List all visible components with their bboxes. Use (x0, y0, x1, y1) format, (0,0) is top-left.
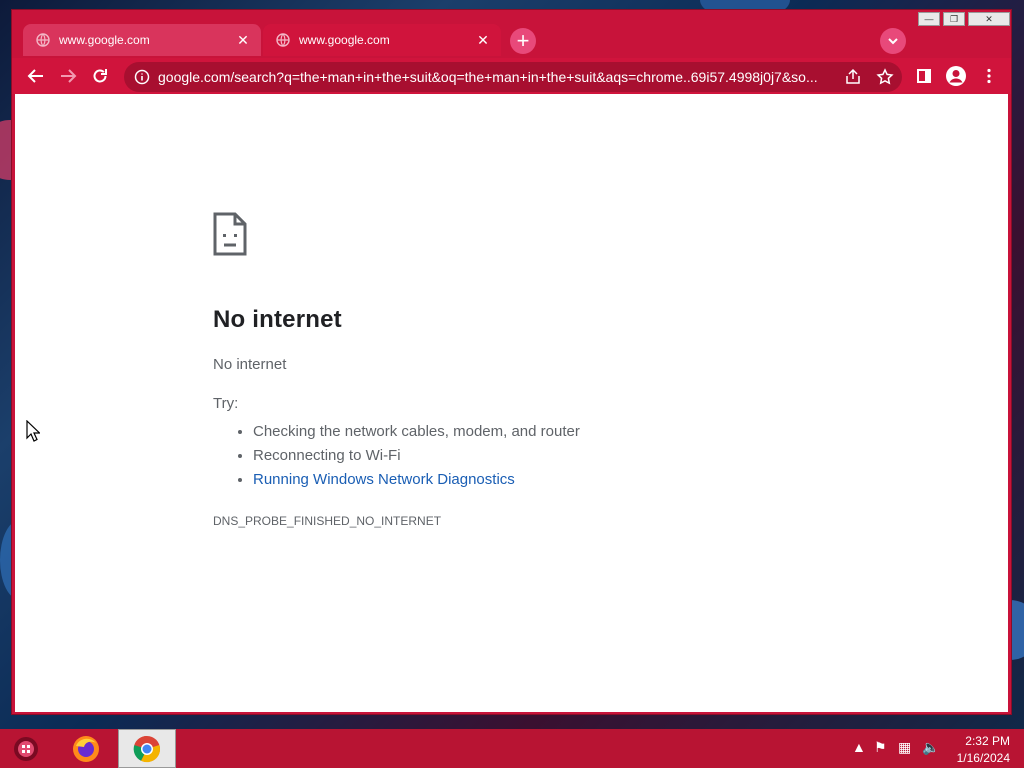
start-button[interactable] (6, 729, 46, 768)
reload-button[interactable] (84, 60, 116, 92)
info-icon[interactable] (134, 69, 150, 85)
arrow-left-icon (27, 69, 43, 83)
close-tab-icon[interactable]: ✕ (235, 32, 251, 49)
error-heading: No internet (213, 306, 342, 333)
taskbar-firefox[interactable] (64, 729, 108, 768)
side-panel-button[interactable] (908, 60, 940, 92)
try-label: Try: (213, 395, 239, 412)
suggestion-item: Running Windows Network Diagnostics (253, 468, 580, 492)
side-panel-icon (917, 69, 931, 83)
firefox-icon (73, 735, 99, 762)
back-button[interactable] (20, 60, 52, 92)
chrome-icon (133, 735, 160, 762)
close-tab-icon[interactable]: ✕ (475, 32, 491, 49)
browser-window: www.google.com ✕ www.google.com ✕ + — ❐ … (11, 9, 1012, 715)
url-text[interactable]: google.com/search?q=the+man+in+the+suit&… (158, 69, 844, 85)
forward-button[interactable] (52, 60, 84, 92)
clock-time: 2:32 PM (965, 734, 1010, 748)
tab-title: www.google.com (59, 33, 150, 47)
new-tab-button[interactable]: + (510, 28, 536, 54)
tab-title: www.google.com (299, 33, 390, 47)
error-page: No internet No internet Try: Checking th… (213, 212, 580, 528)
network-icon[interactable]: ▦ (898, 739, 911, 756)
minimize-button[interactable]: — (918, 12, 940, 26)
start-orb-icon (14, 736, 38, 761)
menu-button[interactable] (973, 60, 1005, 92)
error-code: DNS_PROBE_FINISHED_NO_INTERNET (213, 514, 442, 528)
taskbar: ▲ ⚑ ▦ 🔈 2:32 PM 1/16/2024 (0, 729, 1024, 768)
taskbar-chrome[interactable] (118, 729, 176, 768)
volume-muted-icon[interactable]: 🔈 (922, 739, 939, 756)
chevron-down-icon (888, 38, 898, 45)
share-icon[interactable] (844, 68, 862, 86)
suggestion-item: Checking the network cables, modem, and … (253, 420, 580, 444)
taskbar-clock[interactable]: 2:32 PM 1/16/2024 (957, 733, 1010, 767)
globe-icon (276, 33, 290, 47)
action-center-flag-icon[interactable]: ⚑ (874, 739, 887, 756)
page-content: No internet No internet Try: Checking th… (15, 94, 1008, 712)
close-button[interactable]: ✕ (968, 12, 1010, 26)
avatar-icon (946, 66, 966, 86)
tab-2[interactable]: www.google.com ✕ (263, 24, 501, 56)
error-subtitle: No internet (213, 356, 287, 373)
tab-1[interactable]: www.google.com ✕ (23, 24, 261, 56)
suggestion-item: Reconnecting to Wi-Fi (253, 444, 580, 468)
tab-strip: www.google.com ✕ www.google.com ✕ + — ❐ … (12, 10, 1011, 58)
show-hidden-icons-button[interactable]: ▲ (852, 739, 866, 755)
diagnostics-link[interactable]: Running Windows Network Diagnostics (253, 471, 515, 488)
arrow-right-icon (61, 69, 77, 83)
reload-icon (93, 69, 107, 83)
address-bar[interactable]: google.com/search?q=the+man+in+the+suit&… (124, 62, 902, 92)
restore-button[interactable]: ❐ (943, 12, 965, 26)
mouse-cursor-icon (26, 420, 40, 442)
globe-icon (36, 33, 50, 47)
tab-search-button[interactable] (880, 28, 906, 54)
toolbar: google.com/search?q=the+man+in+the+suit&… (12, 58, 1011, 94)
star-icon[interactable] (876, 68, 894, 86)
clock-date: 1/16/2024 (956, 751, 1010, 765)
more-vertical-icon (987, 68, 991, 84)
suggestion-list: Checking the network cables, modem, and … (213, 420, 580, 492)
sad-document-icon (213, 212, 247, 256)
profile-button[interactable] (940, 60, 972, 92)
